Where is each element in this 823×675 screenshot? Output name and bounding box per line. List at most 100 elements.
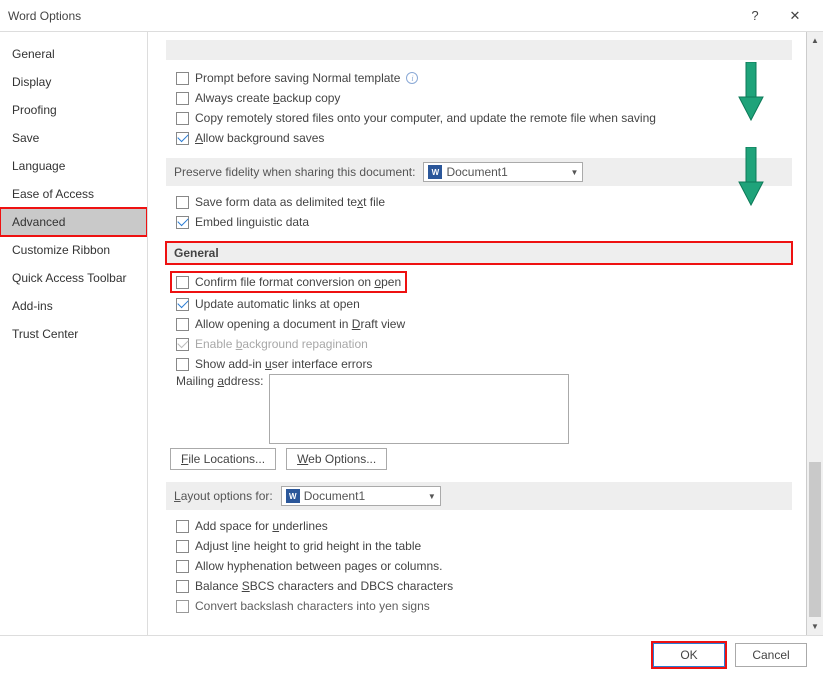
label: Show add-in user interface errors [195,357,372,371]
annotation-arrow-1 [736,62,766,122]
opt-grid-height[interactable]: Adjust line height to grid height in the… [166,536,792,556]
label: Allow opening a document in Draft view [195,317,405,331]
sidebar-item-advanced[interactable]: Advanced [0,208,147,236]
opt-draft-view[interactable]: Allow opening a document in Draft view [166,314,792,334]
opt-save-form[interactable]: Save form data as delimited text file [166,192,792,212]
checkbox-icon[interactable] [176,600,189,613]
annotation-arrow-2 [736,147,766,207]
opt-prompt-normal[interactable]: Prompt before saving Normal template i [166,68,792,88]
main-layout: General Display Proofing Save Language E… [0,32,823,636]
highlight-confirm-conv: Confirm file format conversion on open [172,273,405,291]
doc-name: Document1 [304,489,365,503]
checkbox-icon [176,338,189,351]
chevron-down-icon: ▼ [571,168,579,177]
mailing-address-input[interactable] [269,374,569,444]
opt-underlines[interactable]: Add space for underlines [166,516,792,536]
opt-copy-remote[interactable]: Copy remotely stored files onto your com… [166,108,792,128]
window-title: Word Options [8,9,735,23]
sidebar-item-customize-ribbon[interactable]: Customize Ribbon [0,236,147,264]
section-layout: Layout options for: W Document1 ▼ [166,482,792,510]
help-icon: ? [751,8,758,23]
sidebar-item-addins[interactable]: Add-ins [0,292,147,320]
checkbox-icon[interactable] [176,92,189,105]
checkbox-icon[interactable] [176,196,189,209]
checkbox-icon[interactable] [176,216,189,229]
checkbox-icon[interactable] [176,72,189,85]
label: Always create backup copy [195,91,340,105]
close-button[interactable]: ✕ [775,0,815,32]
opt-update-links[interactable]: Update automatic links at open [166,294,792,314]
checkbox-icon[interactable] [176,276,189,289]
sidebar-item-quick-access-toolbar[interactable]: Quick Access Toolbar [0,264,147,292]
help-button[interactable]: ? [735,0,775,32]
info-icon[interactable]: i [406,72,418,84]
scroll-down-button[interactable]: ▼ [807,618,823,635]
opt-bg-saves[interactable]: Allow background saves [166,128,792,148]
section-label: Preserve fidelity when sharing this docu… [174,165,415,179]
opt-backup[interactable]: Always create backup copy [166,88,792,108]
word-file-icon: W [286,489,300,503]
opt-addin-errors[interactable]: Show add-in user interface errors [166,354,792,374]
sidebar: General Display Proofing Save Language E… [0,32,148,635]
checkbox-icon[interactable] [176,132,189,145]
dialog-footer: OK Cancel [0,636,823,674]
sidebar-item-trust-center[interactable]: Trust Center [0,320,147,348]
opt-embed-ling[interactable]: Embed linguistic data [166,212,792,232]
checkbox-icon[interactable] [176,580,189,593]
opt-yen[interactable]: Convert backslash characters into yen si… [166,596,792,616]
section-label: Layout options for: [174,489,273,503]
mailing-label: Mailing address: [176,374,263,388]
content-wrap: Prompt before saving Normal template i A… [148,32,823,635]
doc-name: Document1 [446,165,507,179]
cancel-button[interactable]: Cancel [735,643,807,667]
web-options-button[interactable]: Web Options... [286,448,387,470]
checkbox-icon[interactable] [176,298,189,311]
label: Update automatic links at open [195,297,360,311]
doc-select-fidelity[interactable]: W Document1 ▼ [423,162,583,182]
checkbox-icon[interactable] [176,358,189,371]
checkbox-icon[interactable] [176,520,189,533]
chevron-down-icon: ▼ [428,492,436,501]
scroll-up-button[interactable]: ▲ [807,32,823,49]
checkbox-icon[interactable] [176,560,189,573]
sidebar-item-language[interactable]: Language [0,152,147,180]
label: Enable background repagination [195,337,368,351]
opt-sbcs[interactable]: Balance SBCS characters and DBCS charact… [166,576,792,596]
doc-select-layout[interactable]: W Document1 ▼ [281,486,441,506]
mailing-address-row: Mailing address: [166,374,792,444]
opt-bg-repag: Enable background repagination [166,334,792,354]
label: Save form data as delimited text file [195,195,385,209]
checkbox-icon[interactable] [176,318,189,331]
sidebar-item-ease-of-access[interactable]: Ease of Access [0,180,147,208]
section-divider-top [166,40,792,60]
vertical-scrollbar[interactable]: ▲ ▼ [806,32,823,635]
ok-button[interactable]: OK [653,643,725,667]
label: Confirm file format conversion on open [195,275,401,289]
label: Convert backslash characters into yen si… [195,599,430,613]
section-general: General [166,242,792,264]
content: Prompt before saving Normal template i A… [148,32,806,635]
checkbox-icon[interactable] [176,540,189,553]
label: Prompt before saving Normal template [195,71,400,85]
section-fidelity: Preserve fidelity when sharing this docu… [166,158,792,186]
file-locations-button[interactable]: File Locations... [170,448,276,470]
sidebar-item-save[interactable]: Save [0,124,147,152]
label: Embed linguistic data [195,215,309,229]
opt-confirm-conv[interactable]: Confirm file format conversion on open [166,270,792,294]
scroll-thumb[interactable] [809,462,821,617]
label: Copy remotely stored files onto your com… [195,111,656,125]
label: Allow background saves [195,131,324,145]
checkbox-icon[interactable] [176,112,189,125]
sidebar-item-general[interactable]: General [0,40,147,68]
close-icon: ✕ [790,8,801,24]
label: Adjust line height to grid height in the… [195,539,421,553]
opt-hyphenation[interactable]: Allow hyphenation between pages or colum… [166,556,792,576]
label: Balance SBCS characters and DBCS charact… [195,579,453,593]
word-file-icon: W [428,165,442,179]
sidebar-item-proofing[interactable]: Proofing [0,96,147,124]
label: Add space for underlines [195,519,328,533]
section-label: General [174,246,219,260]
titlebar: Word Options ? ✕ [0,0,823,32]
sidebar-item-display[interactable]: Display [0,68,147,96]
label: Allow hyphenation between pages or colum… [195,559,443,573]
